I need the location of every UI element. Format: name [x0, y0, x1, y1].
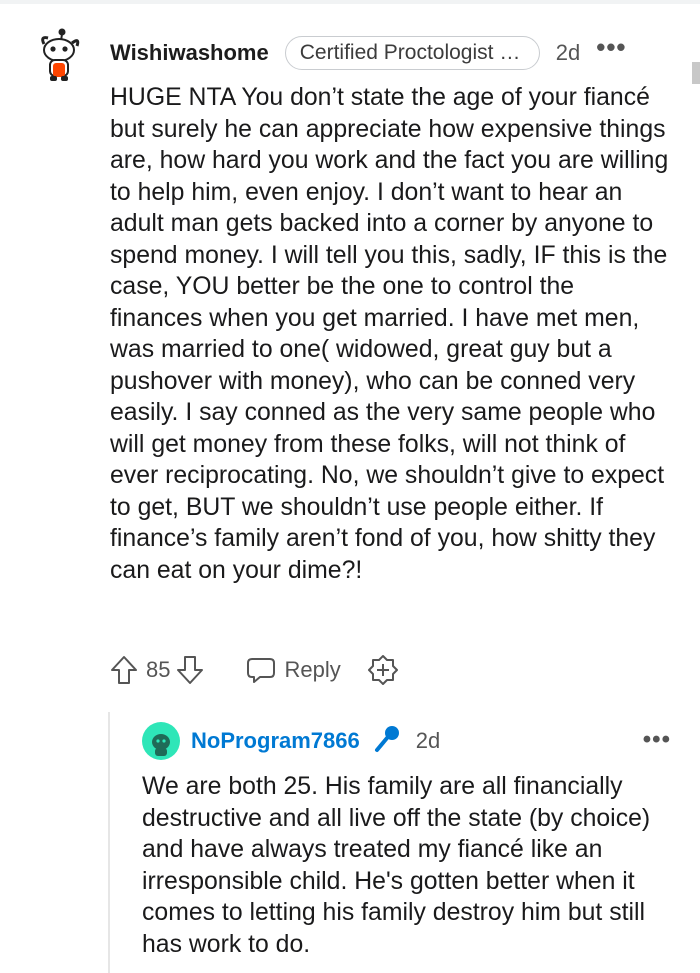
reply-label: Reply: [284, 657, 341, 682]
reply-icon: [247, 658, 276, 683]
scrollbar-thumb[interactable]: [692, 62, 700, 84]
reply-username[interactable]: NoProgram7866: [191, 728, 360, 754]
award-plus-icon[interactable]: [367, 654, 399, 686]
avatar-icon[interactable]: [142, 722, 180, 760]
comment-actions: 85 Reply: [110, 650, 399, 690]
reply-body: We are both 25. His family are all finan…: [142, 773, 651, 958]
more-icon[interactable]: •••: [596, 34, 626, 60]
comment-header: Wishiwashome Certified Proctologist [2..…: [110, 34, 680, 71]
reply-header: NoProgram7866 2d •••: [191, 724, 671, 758]
vote-count: 85: [146, 657, 171, 682]
comment-timestamp: 2d: [555, 40, 581, 65]
reply-button[interactable]: Reply: [246, 656, 341, 684]
more-icon[interactable]: •••: [643, 726, 671, 754]
top-divider: [0, 0, 700, 4]
thread-line[interactable]: [108, 712, 110, 973]
snoo-avatar-icon[interactable]: [38, 28, 82, 84]
user-flair: Certified Proctologist [2...: [284, 36, 540, 70]
comment-body: HUGE NTA You don’t state the age of your…: [110, 84, 669, 584]
downvote-icon[interactable]: [176, 655, 204, 685]
microphone-icon: [372, 724, 402, 759]
upvote-icon[interactable]: [110, 655, 138, 685]
reply-timestamp: 2d: [415, 728, 441, 753]
comment-username[interactable]: Wishiwashome: [110, 40, 269, 66]
